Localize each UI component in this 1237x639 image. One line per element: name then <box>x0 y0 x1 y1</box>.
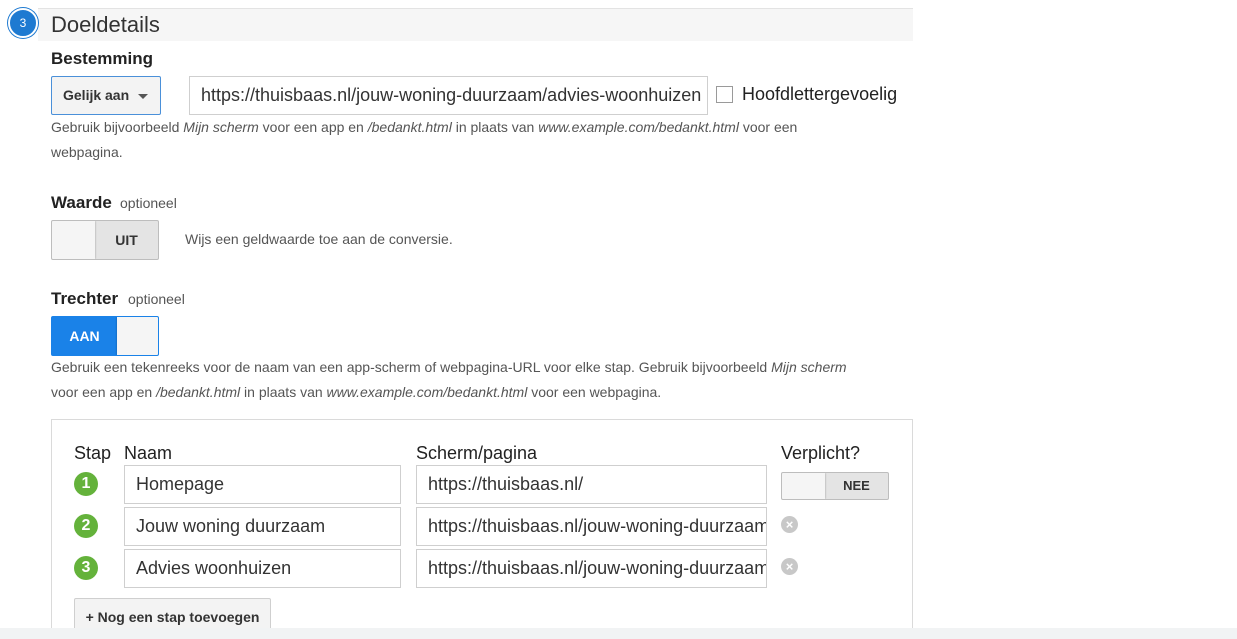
funnel-help-text: Gebruik een tekenreeks voor de naam van … <box>51 359 847 400</box>
step-number-1: 1 <box>74 472 98 496</box>
step-1-page-input[interactable] <box>416 465 767 504</box>
column-header-name: Naam <box>124 443 173 463</box>
funnel-toggle-state: AAN <box>69 328 100 344</box>
destination-help-text: Gebruik bijvoorbeeld Mijn scherm voor ee… <box>51 119 798 160</box>
value-optional-label: optioneel <box>120 195 177 211</box>
toggle-knob <box>52 221 95 259</box>
toggle-knob <box>117 317 158 355</box>
destination-label: Bestemming <box>51 49 154 68</box>
funnel-toggle[interactable]: AAN <box>51 316 159 356</box>
column-header-required: Verplicht? <box>781 443 861 463</box>
match-type-value: Gelijk aan <box>63 87 130 103</box>
funnel-label: Trechter <box>51 289 119 308</box>
match-type-dropdown[interactable]: Gelijk aan <box>51 76 161 115</box>
step-number-2: 2 <box>74 514 98 538</box>
value-toggle-state: UIT <box>115 232 138 248</box>
case-sensitive-checkbox[interactable] <box>716 86 733 103</box>
destination-url-input[interactable] <box>189 76 708 115</box>
step-2-remove-icon[interactable]: × <box>781 516 798 533</box>
step-1-name-input[interactable] <box>124 465 401 504</box>
step-number-3: 3 <box>74 556 98 580</box>
column-header-step: Stap <box>74 443 112 463</box>
value-label: Waarde <box>51 193 112 212</box>
value-toggle[interactable]: UIT <box>51 220 159 260</box>
value-description: Wijs een geldwaarde toe aan de conversie… <box>185 231 453 247</box>
step-3-page-input[interactable] <box>416 549 767 588</box>
section-title: Doeldetails <box>51 12 160 37</box>
required-toggle-state: NEE <box>843 478 870 493</box>
step-1-required-toggle[interactable]: NEE <box>781 472 889 500</box>
step-2-page-input[interactable] <box>416 507 767 546</box>
toggle-knob <box>782 473 825 499</box>
case-sensitive-label: Hoofdlettergevoelig <box>742 84 898 104</box>
column-header-page: Scherm/pagina <box>416 443 538 463</box>
funnel-optional-label: optioneel <box>128 291 185 307</box>
step-2-name-input[interactable] <box>124 507 401 546</box>
section-step-badge: 3 <box>8 8 38 38</box>
page-bottom-bar <box>0 628 1237 639</box>
step-3-remove-icon[interactable]: × <box>781 558 798 575</box>
step-3-name-input[interactable] <box>124 549 401 588</box>
caret-down-icon <box>138 94 148 99</box>
section-header <box>38 8 913 41</box>
